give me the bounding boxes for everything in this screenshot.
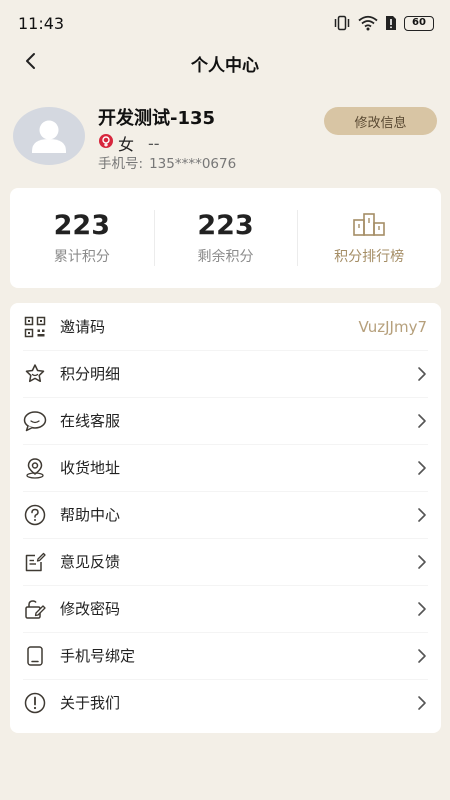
menu-card: 邀请码 VuzJJmy7 积分明细 在线客服 收货地址 帮助中心 意见反馈 修改… <box>10 303 441 733</box>
chevron-right-icon <box>415 601 429 616</box>
chevron-left-icon <box>24 52 38 74</box>
back-button[interactable] <box>18 50 44 76</box>
chevron-right-icon <box>415 554 429 569</box>
chevron-right-icon <box>415 366 429 381</box>
menu-item-change-password[interactable]: 修改密码 <box>10 585 441 632</box>
question-icon <box>23 503 47 527</box>
user-name: 开发测试-135 <box>98 108 216 129</box>
avatar[interactable] <box>13 107 85 165</box>
menu-label: 积分明细 <box>60 365 121 383</box>
wifi-icon <box>358 15 378 31</box>
chevron-right-icon <box>415 507 429 522</box>
stats-card: 223 累计积分 223 剩余积分 积分排行榜 <box>10 188 441 288</box>
menu-item-invite-code[interactable]: 邀请码 VuzJJmy7 <box>10 303 441 350</box>
menu-label: 修改密码 <box>60 600 121 618</box>
total-points-stat[interactable]: 223 累计积分 <box>10 208 154 268</box>
qr-code-icon <box>23 315 47 339</box>
location-icon <box>23 456 47 480</box>
star-icon <box>23 362 47 386</box>
menu-label: 收货地址 <box>60 459 121 477</box>
chevron-right-icon <box>415 648 429 663</box>
menu-item-online-service[interactable]: 在线客服 <box>10 397 441 444</box>
nav-bar: 个人中心 <box>0 46 450 80</box>
vibrate-icon <box>333 15 351 31</box>
invite-code-value: VuzJJmy7 <box>358 317 427 336</box>
female-icon <box>98 133 114 153</box>
phone-icon <box>23 644 47 668</box>
status-bar: 11:43 60 <box>0 0 450 46</box>
page-title: 个人中心 <box>191 55 259 76</box>
remaining-points-label: 剩余积分 <box>197 249 254 265</box>
menu-item-shipping-address[interactable]: 收货地址 <box>10 444 441 491</box>
gender-extra: -- <box>148 133 160 153</box>
status-time: 11:43 <box>18 13 65 33</box>
menu-label: 邀请码 <box>60 318 106 336</box>
menu-label: 帮助中心 <box>60 506 121 524</box>
chevron-right-icon <box>415 695 429 710</box>
battery-icon: 60 <box>404 15 434 31</box>
default-avatar-icon <box>13 120 85 165</box>
phone-label: 手机号: <box>98 156 144 172</box>
edit-lock-icon <box>23 597 47 621</box>
remaining-points-value: 223 <box>197 210 254 241</box>
feedback-icon <box>23 550 47 574</box>
profile-section: 开发测试-135 女 -- 手机号: 135****0676 修改信息 <box>0 104 450 172</box>
phone-row: 手机号: 135****0676 <box>98 152 236 172</box>
menu-label: 在线客服 <box>60 412 121 430</box>
podium-icon <box>352 211 386 241</box>
menu-label: 手机号绑定 <box>60 647 136 665</box>
menu-label: 意见反馈 <box>60 553 121 571</box>
total-points-label: 累计积分 <box>53 249 110 265</box>
leaderboard-button[interactable]: 积分排行榜 <box>297 208 441 268</box>
menu-item-about-us[interactable]: 关于我们 <box>10 679 441 726</box>
status-icons: 60 <box>333 15 434 31</box>
phone-number: 135****0676 <box>149 156 237 172</box>
edit-profile-button[interactable]: 修改信息 <box>324 107 437 135</box>
chat-bubble-icon <box>23 409 47 433</box>
remaining-points-stat[interactable]: 223 剩余积分 <box>153 208 298 268</box>
info-icon <box>23 691 47 715</box>
menu-item-help-center[interactable]: 帮助中心 <box>10 491 441 538</box>
chevron-right-icon <box>415 413 429 428</box>
menu-item-points-detail[interactable]: 积分明细 <box>10 350 441 397</box>
menu-label: 关于我们 <box>60 694 121 712</box>
menu-item-phone-binding[interactable]: 手机号绑定 <box>10 632 441 679</box>
chevron-right-icon <box>415 460 429 475</box>
leaderboard-label: 积分排行榜 <box>334 248 405 265</box>
menu-item-feedback[interactable]: 意见反馈 <box>10 538 441 585</box>
total-points-value: 223 <box>53 210 111 241</box>
sim-alert-icon <box>385 15 397 31</box>
